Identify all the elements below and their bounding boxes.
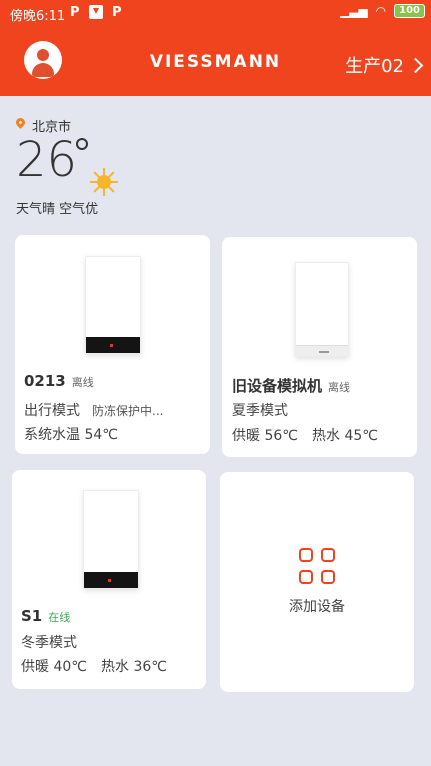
- site-selector-label: 生产02: [345, 56, 404, 77]
- status-time: 傍晚6:11: [10, 9, 66, 24]
- device-card-0213[interactable]: 0213 离线 出行模式 防冻保护中... 系统水温 54℃: [15, 235, 210, 454]
- sun-icon: [90, 168, 118, 196]
- device-temps: 供暖 56℃ 热水 45℃: [232, 428, 378, 444]
- device-temps: 供暖 40℃ 热水 36℃: [21, 659, 167, 675]
- site-selector[interactable]: 生产02: [345, 52, 424, 78]
- weather-temperature: 26: [16, 132, 78, 188]
- device-name: 0213 离线: [24, 372, 94, 390]
- chevron-right-icon: [407, 57, 424, 73]
- device-mode: 出行模式 防冻保护中...: [24, 403, 164, 419]
- device-name: S1 在线: [21, 607, 71, 625]
- app-header: 傍晚6:11 P P ▁▃▅ ◠ 100 VIESSMANN 生产02: [0, 0, 431, 96]
- device-mode: 冬季模式: [21, 635, 77, 651]
- add-device-card[interactable]: 添加设备: [220, 472, 414, 692]
- system-status-icons: ▁▃▅ ◠ 100: [340, 4, 425, 18]
- parking-notification-icon: P: [112, 5, 122, 20]
- device-status: 离线: [328, 381, 351, 394]
- wifi-icon: ◠: [375, 4, 387, 18]
- signal-icon: ▁▃▅: [339, 4, 368, 18]
- download-notification-icon: [89, 5, 103, 19]
- device-water-temp: 系统水温 54℃: [24, 427, 118, 443]
- battery-icon: 100: [394, 4, 425, 18]
- location-pin-icon: [14, 116, 27, 129]
- boiler-image: [295, 262, 349, 357]
- device-card-old-simulator[interactable]: 旧设备模拟机 离线 夏季模式 供暖 56℃ 热水 45℃: [222, 237, 417, 457]
- weather-description: 天气晴 空气优: [16, 202, 99, 217]
- app-screen: 傍晚6:11 P P ▁▃▅ ◠ 100 VIESSMANN 生产02 北京市 …: [0, 0, 431, 766]
- device-status: 离线: [71, 376, 94, 389]
- boiler-image: [85, 256, 141, 354]
- device-card-s1[interactable]: S1 在线 冬季模式 供暖 40℃ 热水 36℃: [12, 470, 206, 689]
- add-device-icon: [299, 548, 337, 586]
- device-name: 旧设备模拟机 离线: [232, 377, 351, 395]
- add-device-label: 添加设备: [289, 599, 345, 615]
- degree-symbol: [76, 138, 88, 150]
- boiler-image: [83, 490, 139, 589]
- device-status: 在线: [48, 611, 71, 624]
- parking-notification-icon: P: [70, 5, 80, 20]
- device-mode: 夏季模式: [232, 403, 288, 419]
